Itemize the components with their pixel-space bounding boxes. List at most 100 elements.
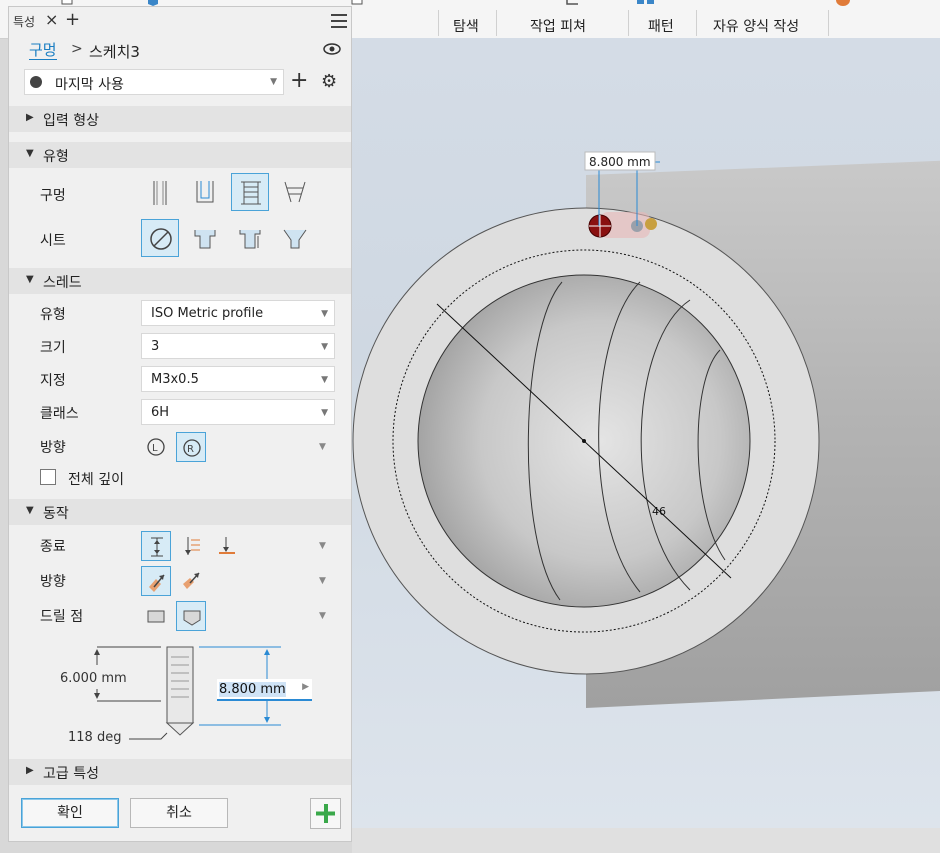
behavior-direction-label: 방향 — [40, 574, 66, 590]
full-depth-checkbox[interactable] — [40, 469, 56, 485]
center-point[interactable] — [582, 439, 586, 443]
taper-tapped-hole-button[interactable] — [276, 173, 314, 211]
thread-direction-label: 방향 — [40, 440, 66, 456]
thread-type-select[interactable]: ISO Metric profile ▼ — [141, 300, 335, 326]
angle-drill-point-button[interactable] — [176, 601, 206, 631]
thread-type-value: ISO Metric profile — [151, 306, 264, 321]
plus-icon — [316, 804, 335, 823]
diameter-label[interactable]: 46 — [652, 505, 666, 518]
chevron-down-icon: ▼ — [321, 309, 328, 319]
through-all-termination-button[interactable] — [176, 531, 206, 561]
ribbon-separator — [438, 10, 439, 36]
menu-icon[interactable] — [331, 14, 347, 28]
chevron-down-icon[interactable]: ▼ — [319, 541, 326, 551]
drill-angle-label[interactable]: 118 deg — [68, 730, 121, 745]
class-select[interactable]: 6H ▼ — [141, 399, 335, 425]
tapped-hole-button[interactable] — [231, 173, 269, 211]
ribbon-group-pattern[interactable]: 패턴 — [648, 16, 674, 36]
hole-depth-input[interactable]: 8.800 mm ▶ — [217, 679, 312, 701]
preset-value: 마지막 사용 — [55, 77, 124, 93]
preset-select[interactable]: 마지막 사용 ▼ — [24, 69, 284, 95]
model-viewport[interactable]: 8.800 mm 46 — [352, 38, 940, 828]
ribbon-separator — [628, 10, 629, 36]
ribbon-sheet-icon[interactable] — [350, 0, 364, 6]
right-hand-thread-button[interactable]: R — [176, 432, 206, 462]
add-preset-button[interactable]: + — [290, 69, 308, 93]
model-canvas[interactable]: 8.800 mm 46 — [352, 38, 940, 828]
ribbon-separator — [828, 10, 829, 36]
section-title: 유형 — [43, 149, 69, 165]
section-behavior[interactable]: ▼ 동작 — [9, 499, 351, 525]
designation-value: M3x0.5 — [151, 372, 199, 387]
cancel-button[interactable]: 취소 — [130, 798, 228, 828]
chevron-down-icon[interactable]: ▼ — [319, 442, 326, 452]
clock-icon — [30, 76, 42, 88]
breadcrumb-feature[interactable]: 구멍 — [29, 41, 57, 60]
add-tab-icon[interactable]: + — [65, 9, 80, 30]
dimension-label[interactable]: 8.800 mm — [589, 155, 651, 169]
svg-text:L: L — [152, 443, 158, 454]
chevron-down-icon: ▼ — [321, 408, 328, 418]
eye-icon[interactable] — [323, 43, 341, 55]
apply-button[interactable] — [310, 798, 341, 829]
section-thread[interactable]: ▼ 스레드 — [9, 268, 351, 294]
default-direction-button[interactable] — [141, 566, 171, 596]
chevron-down-icon: ▼ — [321, 342, 328, 352]
ribbon-separator — [696, 10, 697, 36]
collapse-triangle-icon: ▼ — [26, 505, 34, 516]
ribbon-separator — [496, 10, 497, 36]
ribbon-ucs-icon[interactable] — [566, 0, 580, 6]
section-type[interactable]: ▼ 유형 — [9, 142, 351, 168]
ribbon-pattern-icon[interactable] — [636, 0, 656, 6]
ribbon-orange-icon[interactable] — [836, 0, 850, 6]
hole-point-gizmo-2[interactable] — [645, 218, 657, 230]
flat-drill-point-button[interactable] — [141, 601, 171, 631]
termination-label: 종료 — [40, 539, 66, 555]
collapse-triangle-icon: ▼ — [26, 274, 34, 285]
counterbore-button[interactable] — [186, 219, 224, 257]
seat-label: 시트 — [40, 233, 66, 249]
ok-button[interactable]: 확인 — [21, 798, 119, 828]
ribbon-group-freeform[interactable]: 자유 양식 작성 — [713, 16, 799, 36]
ribbon-group-navigate[interactable]: 탐색 — [453, 16, 479, 36]
close-icon[interactable]: × — [45, 10, 58, 29]
section-title: 입력 형상 — [43, 113, 99, 129]
chevron-down-icon: ▼ — [270, 77, 277, 87]
designation-label: 지정 — [40, 373, 66, 389]
designation-select[interactable]: M3x0.5 ▼ — [141, 366, 335, 392]
countersink-button[interactable] — [276, 219, 314, 257]
breadcrumb-sketch[interactable]: 스케치3 — [89, 41, 140, 62]
section-title: 동작 — [43, 506, 69, 522]
panel-tab-bar: 특성 × + — [9, 7, 351, 35]
spotface-button[interactable] — [231, 219, 269, 257]
to-face-termination-button[interactable] — [211, 531, 241, 561]
thread-size-value: 3 — [151, 339, 160, 354]
clearance-hole-button[interactable] — [186, 173, 224, 211]
section-input-geometry[interactable]: ▶ 입력 형상 — [9, 106, 351, 132]
seat-none-button[interactable] — [141, 219, 179, 257]
chevron-down-icon[interactable]: ▼ — [319, 611, 326, 621]
thread-type-label: 유형 — [40, 307, 66, 323]
chevron-down-icon[interactable]: ▼ — [319, 576, 326, 586]
section-title: 고급 특성 — [43, 766, 99, 782]
hole-depth-value: 8.800 mm — [219, 682, 286, 697]
tab-properties[interactable]: 특성 — [13, 13, 35, 30]
thread-size-select[interactable]: 3 ▼ — [141, 333, 335, 359]
ribbon-group-work-features[interactable]: 작업 피쳐 — [530, 16, 586, 36]
section-advanced-properties[interactable]: ▶ 고급 특성 — [9, 759, 351, 785]
expand-triangle-icon: ▶ — [26, 765, 34, 776]
gear-icon[interactable]: ⚙ — [321, 71, 337, 92]
status-bar — [352, 828, 940, 853]
left-hand-thread-button[interactable]: L — [141, 432, 171, 462]
flipped-direction-button[interactable] — [176, 566, 206, 596]
chevron-right-icon: > — [71, 41, 83, 57]
properties-panel: 특성 × + 구멍 > 스케치3 마지막 사용 ▼ + ⚙ ▶ 입력 형상 ▼ … — [8, 6, 352, 842]
collapse-triangle-icon: ▼ — [26, 148, 34, 159]
thread-depth-label[interactable]: 6.000 mm — [60, 671, 127, 686]
chevron-right-icon[interactable]: ▶ — [302, 682, 309, 692]
class-label: 클래스 — [40, 406, 79, 422]
distance-termination-button[interactable] — [141, 531, 171, 561]
svg-text:R: R — [187, 444, 194, 455]
simple-hole-button[interactable] — [141, 173, 179, 211]
drill-point-label: 드릴 점 — [40, 609, 84, 625]
